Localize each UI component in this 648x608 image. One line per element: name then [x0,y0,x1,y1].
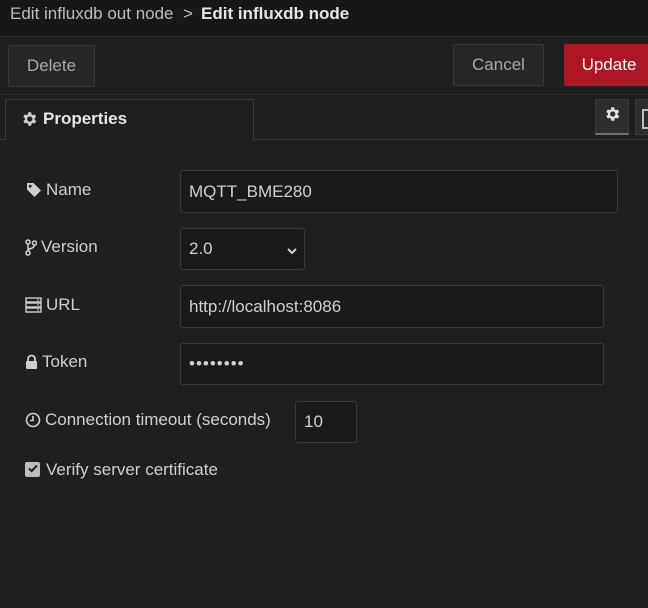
name-label: Name [46,180,92,199]
version-selected-value: 2.0 [189,239,213,258]
server-icon [25,297,42,314]
tab-bar: Properties [0,95,648,141]
node-description-button[interactable] [635,99,648,135]
branch-icon [25,238,37,256]
token-label-row: Token [25,352,87,372]
breadcrumb-previous[interactable]: Edit influxdb out node [10,4,174,24]
verify-certificate-label[interactable]: Verify server certificate [46,460,218,480]
url-input[interactable]: http://localhost:8086 [180,285,604,328]
url-label: URL [46,295,81,314]
version-label-row: Version [25,237,98,257]
timeout-label: Connection timeout (seconds) [45,410,271,429]
dialog-title-bar: Edit influxdb out node > Edit influxdb n… [0,0,648,37]
breadcrumb-separator: > [183,4,193,23]
tab-properties[interactable]: Properties [5,99,254,141]
tag-icon [25,182,42,199]
delete-button[interactable]: Delete [8,45,95,87]
update-button[interactable]: Update [564,44,648,86]
token-input[interactable]: •••••••• [180,343,604,385]
checkmark-icon [27,461,39,479]
name-label-row: Name [25,180,91,200]
verify-certificate-checkbox[interactable] [25,462,40,477]
lock-icon [25,354,38,371]
chevron-down-icon [286,242,298,255]
timeout-input[interactable]: 10 [295,401,357,443]
node-settings-button[interactable] [595,99,629,135]
version-label: Version [41,237,98,256]
version-select[interactable]: 2.0 [180,228,305,270]
gear-icon [603,105,621,128]
tab-properties-label: Properties [43,109,128,128]
token-label: Token [42,352,88,371]
dialog-toolbar: Delete Cancel Update [0,37,648,95]
timeout-label-row: Connection timeout (seconds) [25,410,271,430]
cancel-button[interactable]: Cancel [453,44,544,86]
gear-icon [20,110,38,128]
url-label-row: URL [25,295,80,315]
breadcrumb-current: Edit influxdb node [201,4,350,23]
clock-icon [25,412,41,429]
name-input[interactable]: MQTT_BME280 [180,170,618,213]
